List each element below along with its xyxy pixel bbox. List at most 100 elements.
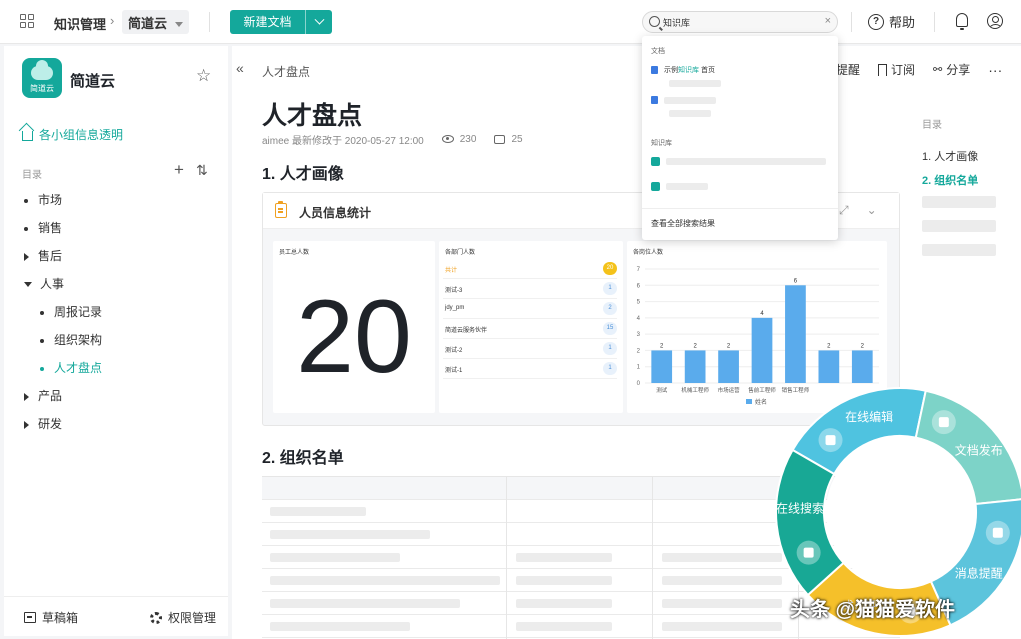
home-link[interactable]: 各小组信息透明 bbox=[22, 126, 123, 143]
add-icon[interactable]: + bbox=[174, 160, 184, 180]
app-grid-icon[interactable] bbox=[20, 14, 34, 28]
sidebar-item[interactable]: 销售 bbox=[24, 214, 224, 242]
dept-row: 测试-3 1 bbox=[443, 279, 617, 299]
kb-icon bbox=[651, 157, 660, 166]
sidebar-item[interactable]: 产品 bbox=[24, 382, 224, 410]
sidebar-item-label: 人事 bbox=[40, 277, 65, 291]
kb-section-label: 知识库 bbox=[651, 140, 672, 147]
wheel-label: 消息提醒 bbox=[955, 566, 1003, 581]
column-divider bbox=[506, 477, 507, 639]
dept-row: 测试-1 1 bbox=[443, 359, 617, 379]
doc-breadcrumb[interactable]: 人才盘点 bbox=[262, 63, 310, 80]
wheel-label: 在线编辑 bbox=[845, 409, 893, 424]
breadcrumb-root[interactable]: 知识管理 bbox=[54, 14, 106, 33]
bell-icon[interactable] bbox=[956, 13, 968, 30]
caret-right-icon bbox=[24, 252, 29, 261]
space-switcher[interactable]: 简道云 bbox=[122, 10, 190, 34]
dept-count: 15 bbox=[603, 322, 617, 335]
sort-icon[interactable]: ⇅ bbox=[196, 160, 208, 180]
comment-count[interactable]: 25 bbox=[494, 134, 523, 145]
search-dropdown: 文档 示例知识库 首页 知识库 查看全部搜索结果 bbox=[642, 36, 838, 240]
share-button[interactable]: ⚯ 分享 bbox=[933, 61, 970, 78]
panel-title: 人员信息统计 bbox=[299, 206, 372, 220]
dept-count: 20 bbox=[603, 262, 617, 275]
drafts-label: 草稿箱 bbox=[42, 611, 79, 625]
space-logo: 简道云 bbox=[22, 58, 62, 98]
collapse-sidebar-icon[interactable]: « bbox=[236, 60, 244, 76]
search-icon bbox=[649, 16, 660, 27]
doc-tree: 市场销售售后人事周报记录组织架构 人才盘点产品研发 bbox=[24, 186, 224, 438]
sidebar-item[interactable]: 组织架构 bbox=[24, 326, 224, 354]
drafts-button[interactable]: 草稿箱 bbox=[24, 609, 78, 626]
divider bbox=[209, 12, 210, 32]
bullet-icon bbox=[24, 198, 28, 203]
new-doc-dropdown-icon[interactable] bbox=[306, 10, 332, 34]
dept-name: 测试-2 bbox=[445, 348, 463, 354]
doc-result[interactable] bbox=[651, 96, 716, 104]
x-tick-label: 市场运营 bbox=[718, 386, 741, 394]
remind-button[interactable]: 提醒 bbox=[836, 61, 860, 78]
new-doc-label[interactable]: 新建文档 bbox=[230, 10, 306, 34]
divider bbox=[851, 12, 852, 32]
y-tick-label: 0 bbox=[637, 381, 641, 387]
doc-meta: aimee 最新修改于 2020-05-27 12:00 230 25 bbox=[262, 132, 523, 147]
remind-label: 提醒 bbox=[836, 63, 861, 77]
search-box[interactable]: × bbox=[642, 11, 838, 33]
space-name: 简道云 bbox=[70, 73, 116, 90]
sidebar-item[interactable]: 人才盘点 bbox=[24, 354, 224, 382]
caret-down-icon bbox=[175, 22, 184, 28]
subscribe-label: 订阅 bbox=[891, 63, 916, 77]
caret-right-icon bbox=[24, 420, 29, 429]
doc-icon bbox=[651, 96, 658, 104]
dept-count: 2 bbox=[603, 302, 617, 315]
permissions-label: 权限管理 bbox=[168, 611, 217, 625]
dept-name: jdy_pm bbox=[445, 305, 465, 311]
send-icon-glyph bbox=[938, 417, 949, 428]
star-icon[interactable]: ☆ bbox=[196, 66, 211, 86]
permissions-button[interactable]: 权限管理 bbox=[150, 609, 216, 626]
subscribe-button[interactable]: 订阅 bbox=[878, 61, 915, 78]
kb-result[interactable] bbox=[651, 157, 826, 166]
outline-placeholder bbox=[922, 196, 996, 208]
sidebar-item-label: 市场 bbox=[38, 193, 63, 207]
home-icon bbox=[22, 131, 33, 141]
data-label: 4 bbox=[760, 311, 764, 317]
y-tick-label: 2 bbox=[637, 348, 641, 354]
total-value: 20 bbox=[296, 279, 412, 395]
divider bbox=[934, 12, 935, 32]
help-button[interactable]: ? 帮助 bbox=[868, 12, 915, 31]
expand-icon[interactable]: ⤢ bbox=[839, 203, 849, 218]
new-doc-button[interactable]: 新建文档 bbox=[230, 10, 332, 34]
kb-result[interactable] bbox=[651, 182, 708, 191]
data-label: 2 bbox=[727, 343, 731, 349]
bell-icon-glyph bbox=[992, 527, 1003, 538]
sidebar-item-label: 周报记录 bbox=[54, 305, 103, 319]
dept-name: 简道云服务伙伴 bbox=[445, 328, 488, 334]
bar bbox=[651, 350, 673, 383]
outline-item-2[interactable]: 2. 组织名单 bbox=[922, 172, 978, 188]
user-icon[interactable] bbox=[987, 13, 1003, 29]
sidebar-item[interactable]: 售后 bbox=[24, 242, 224, 270]
more-icon[interactable]: ··· bbox=[988, 61, 1002, 78]
docs-section-label: 文档 bbox=[651, 48, 665, 55]
y-tick-label: 7 bbox=[637, 267, 641, 273]
sidebar-footer: 草稿箱 权限管理 bbox=[4, 596, 228, 636]
sidebar-item[interactable]: 周报记录 bbox=[24, 298, 224, 326]
chevron-down-icon[interactable]: ⌄ bbox=[867, 203, 877, 218]
sidebar-item[interactable]: 市场 bbox=[24, 186, 224, 214]
section-heading-1: 1. 人才画像 bbox=[262, 166, 344, 183]
doc-result[interactable]: 示例知识库 首页 bbox=[651, 65, 715, 75]
watermark: 头条 @猫猫爱软件 bbox=[790, 599, 956, 621]
sidebar-item-label: 销售 bbox=[38, 221, 63, 235]
all-results-link[interactable]: 查看全部搜索结果 bbox=[651, 218, 715, 229]
clipboard-icon bbox=[275, 201, 287, 218]
x-tick-label: 机械工程师 bbox=[681, 386, 709, 394]
clear-icon[interactable]: × bbox=[825, 15, 831, 27]
gear-icon bbox=[150, 611, 162, 624]
data-label: 2 bbox=[861, 343, 865, 349]
sidebar-item[interactable]: 人事 bbox=[24, 270, 224, 298]
search-input[interactable] bbox=[663, 15, 813, 29]
outline-item-1[interactable]: 1. 人才画像 bbox=[922, 148, 978, 164]
sidebar-item-label: 产品 bbox=[38, 389, 63, 403]
sidebar-item[interactable]: 研发 bbox=[24, 410, 224, 438]
